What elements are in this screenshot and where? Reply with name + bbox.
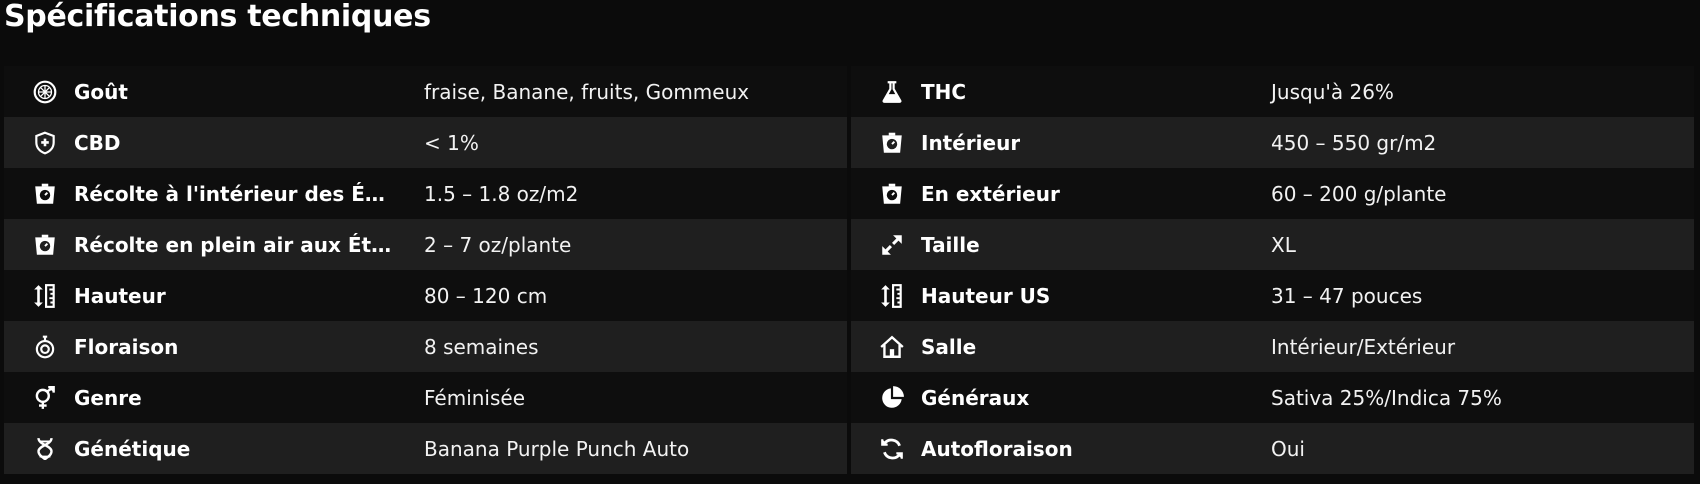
spec-row-exterieur: En extérieur 60 – 200 g/plante: [851, 168, 1694, 219]
spec-value: Banana Purple Punch Auto: [424, 436, 690, 461]
spec-row-hauteur: Hauteur 80 – 120 cm: [4, 270, 847, 321]
spec-label: Goût: [74, 79, 128, 104]
spec-row-gout: Goût fraise, Banane, fruits, Gommeux: [4, 66, 847, 117]
spec-row-genre: Genre Féminisée: [4, 372, 847, 423]
spec-label: Salle: [921, 334, 977, 359]
spec-label: Récolte en plein air aux États-Unis: [74, 232, 392, 257]
spec-row-cbd: CBD < 1%: [4, 117, 847, 168]
spec-value: 450 – 550 gr/m2: [1271, 130, 1437, 155]
spec-label: Récolte à l'intérieur des États-Unis: [74, 181, 392, 206]
spec-label: Intérieur: [921, 130, 1021, 155]
spec-row-hauteur-us: Hauteur US 31 – 47 pouces: [851, 270, 1694, 321]
spec-row-autofloraison: Autofloraison Oui: [851, 423, 1694, 474]
shield-plus-icon: [32, 130, 58, 156]
spec-value: 31 – 47 pouces: [1271, 283, 1423, 308]
spec-label: Génétique: [74, 436, 191, 461]
spec-row-thc: THC Jusqu'à 26%: [851, 66, 1694, 117]
specs-column-right: THC Jusqu'à 26% Intérieur 450 – 550 gr/m…: [851, 66, 1694, 474]
spec-value: 1.5 – 1.8 oz/m2: [424, 181, 579, 206]
spec-row-genetique: Génétique Banana Purple Punch Auto: [4, 423, 847, 474]
spec-label: Généraux: [921, 385, 1030, 410]
sync-icon: [879, 436, 905, 462]
spec-label: Genre: [74, 385, 142, 410]
weight-scale-icon: [32, 181, 58, 207]
spec-value: Intérieur/Extérieur: [1271, 334, 1456, 359]
spec-value: 8 semaines: [424, 334, 539, 359]
spec-row-floraison: Floraison 8 semaines: [4, 321, 847, 372]
specs-column-left: Goût fraise, Banane, fruits, Gommeux CBD…: [4, 66, 847, 474]
flask-icon: [879, 79, 905, 105]
expand-arrows-icon: [879, 232, 905, 258]
spec-value: 80 – 120 cm: [424, 283, 548, 308]
height-ruler-icon: [879, 283, 905, 309]
weight-scale-icon: [879, 130, 905, 156]
spec-value: Oui: [1271, 436, 1305, 461]
spec-label: Taille: [921, 232, 980, 257]
spec-label: Hauteur US: [921, 283, 1051, 308]
spec-label: Floraison: [74, 334, 179, 359]
spec-value: 60 – 200 g/plante: [1271, 181, 1447, 206]
spec-label: En extérieur: [921, 181, 1060, 206]
spec-value: < 1%: [424, 130, 479, 155]
gender-icon: [32, 385, 58, 411]
spec-value: Jusqu'à 26%: [1271, 79, 1394, 104]
spec-row-generaux: Généraux Sativa 25%/Indica 75%: [851, 372, 1694, 423]
spec-value: XL: [1271, 232, 1296, 257]
spec-row-salle: Salle Intérieur/Extérieur: [851, 321, 1694, 372]
weight-scale-icon: [32, 232, 58, 258]
dna-icon: [32, 436, 58, 462]
weight-scale-icon: [879, 181, 905, 207]
specs-table: Goût fraise, Banane, fruits, Gommeux CBD…: [4, 66, 1694, 474]
house-icon: [879, 334, 905, 360]
spec-row-recolte-plein-air-us: Récolte en plein air aux États-Unis 2 – …: [4, 219, 847, 270]
spec-value: Sativa 25%/Indica 75%: [1271, 385, 1502, 410]
page-title: Spécifications techniques: [4, 0, 431, 34]
spec-row-recolte-interieur-us: Récolte à l'intérieur des États-Unis 1.5…: [4, 168, 847, 219]
spec-row-taille: Taille XL: [851, 219, 1694, 270]
spec-label: THC: [921, 79, 967, 104]
lime-slice-icon: [32, 79, 58, 105]
spec-value: Féminisée: [424, 385, 526, 410]
spec-label: CBD: [74, 130, 121, 155]
spec-label: Hauteur: [74, 283, 166, 308]
spec-label: Autofloraison: [921, 436, 1073, 461]
spec-value: fraise, Banane, fruits, Gommeux: [424, 79, 750, 104]
height-ruler-icon: [32, 283, 58, 309]
stopwatch-icon: [32, 334, 58, 360]
pie-chart-icon: [879, 385, 905, 411]
spec-row-interieur: Intérieur 450 – 550 gr/m2: [851, 117, 1694, 168]
spec-value: 2 – 7 oz/plante: [424, 232, 572, 257]
